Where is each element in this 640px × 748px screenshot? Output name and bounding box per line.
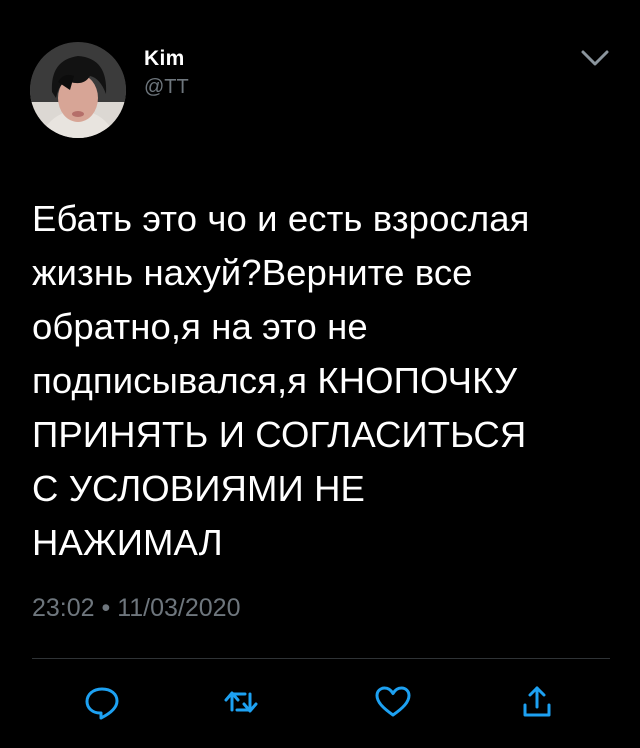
retweet-icon bbox=[221, 682, 261, 722]
divider bbox=[32, 658, 610, 659]
avatar[interactable] bbox=[30, 42, 126, 138]
reply-icon bbox=[82, 682, 122, 722]
tweet-timestamp[interactable]: 23:02 • 11/03/2020 bbox=[32, 588, 240, 628]
chevron-down-icon[interactable] bbox=[580, 48, 610, 68]
user-handle[interactable]: @TT bbox=[144, 74, 189, 100]
share-button[interactable] bbox=[515, 680, 559, 724]
like-button[interactable] bbox=[371, 680, 415, 724]
retweet-button[interactable] bbox=[219, 680, 263, 724]
like-icon bbox=[373, 682, 413, 722]
user-names: Kim @TT bbox=[144, 46, 189, 100]
reply-button[interactable] bbox=[80, 680, 124, 724]
tweet-actions bbox=[0, 680, 640, 730]
share-icon bbox=[517, 682, 557, 722]
tweet-text: Ебать это чо и есть взрослая жизнь нахуй… bbox=[32, 198, 530, 563]
avatar-image bbox=[30, 42, 126, 138]
tweet-card: Kim @TT Ебать это чо и есть взрослая жиз… bbox=[0, 0, 640, 748]
display-name[interactable]: Kim bbox=[144, 46, 189, 72]
tweet-header: Kim @TT bbox=[30, 42, 620, 142]
